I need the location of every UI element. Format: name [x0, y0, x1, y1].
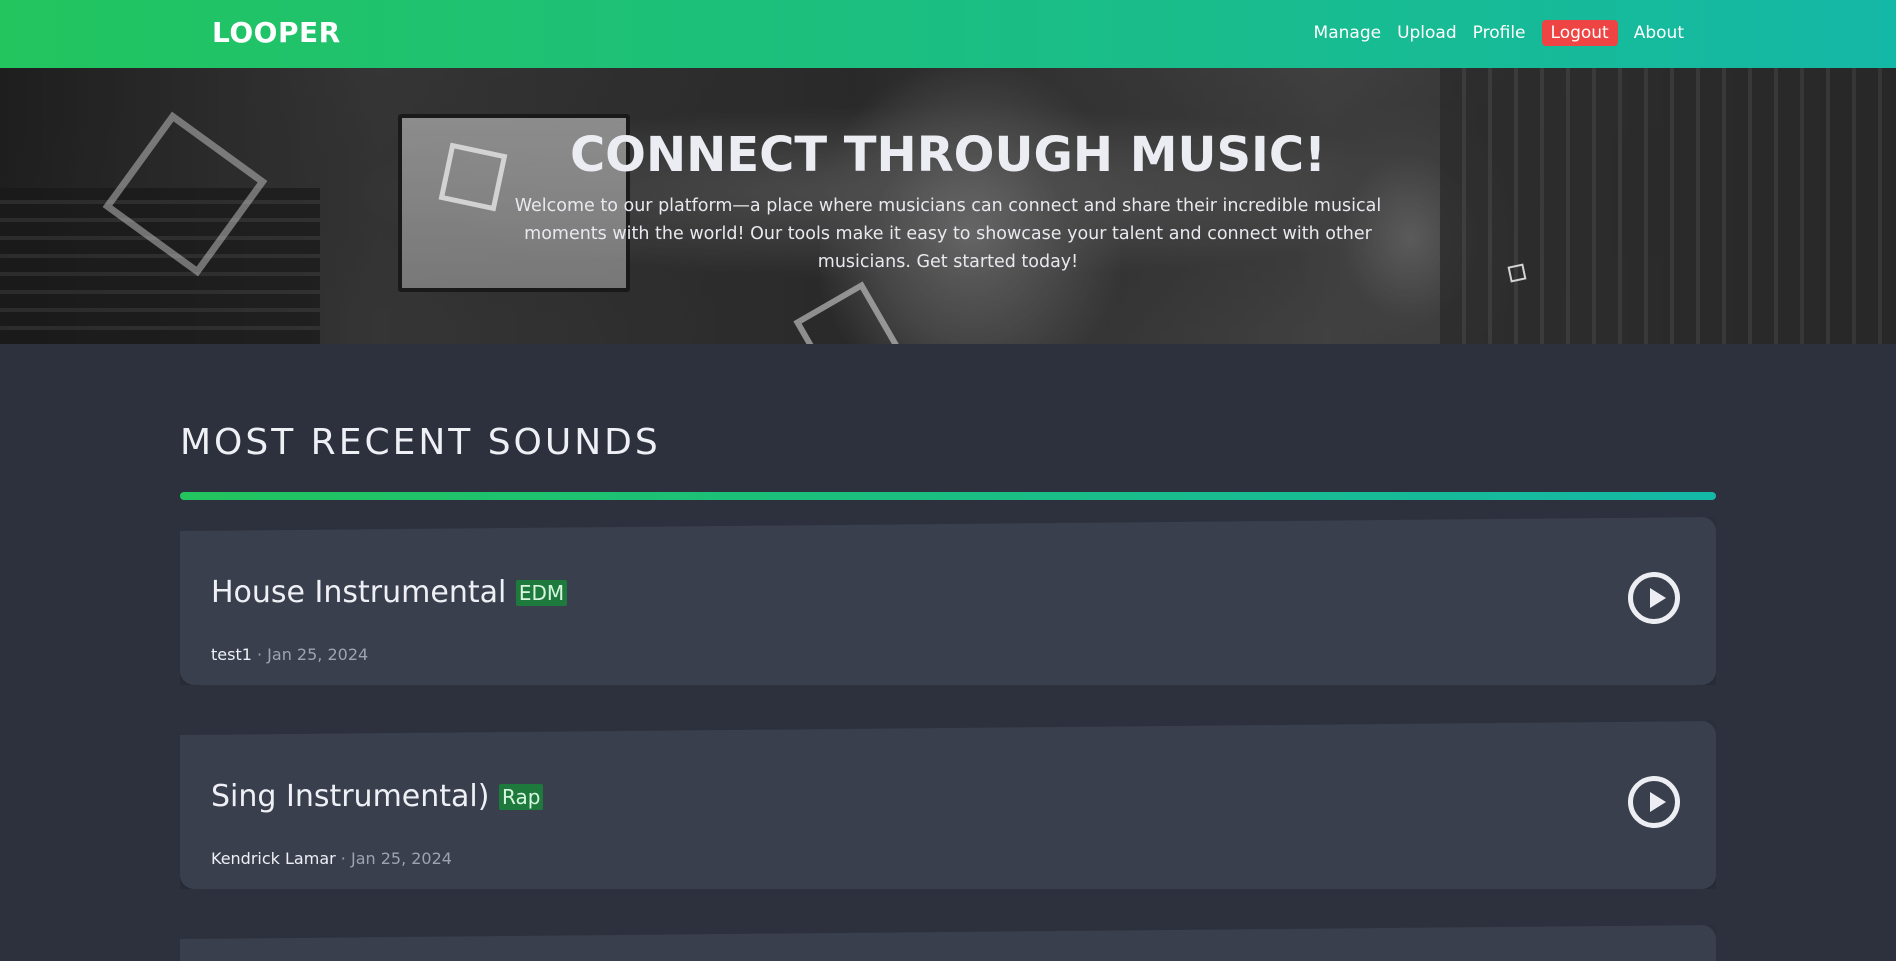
sound-author[interactable]: test1 — [211, 645, 252, 664]
nav-profile-link[interactable]: Profile — [1473, 20, 1526, 46]
sound-date: Jan 25, 2024 — [267, 645, 369, 664]
genre-badge: EDM — [515, 580, 568, 606]
brand-logo[interactable]: LOOPER — [212, 16, 341, 49]
play-circle-icon[interactable] — [1628, 572, 1680, 624]
sound-meta: Kendrick Lamar · Jan 25, 2024 — [211, 848, 452, 870]
sound-card[interactable]: House Instrumental EDM test1 · Jan 25, 2… — [180, 517, 1716, 685]
sound-date: Jan 25, 2024 — [350, 849, 452, 868]
hero-content: CONNECT THROUGH MUSIC! Welcome to our pl… — [0, 126, 1896, 276]
play-triangle — [1650, 588, 1666, 608]
nav-upload-link[interactable]: Upload — [1397, 20, 1457, 46]
nav-about-link[interactable]: About — [1634, 20, 1684, 46]
meta-separator: · — [340, 849, 351, 868]
logout-button[interactable]: Logout — [1541, 20, 1618, 46]
nav-manage-link[interactable]: Manage — [1314, 20, 1382, 46]
sound-card-partial[interactable] — [180, 925, 1716, 961]
hero-banner: CONNECT THROUGH MUSIC! Welcome to our pl… — [0, 68, 1896, 344]
section-title: MOST RECENT SOUNDS — [180, 422, 661, 463]
play-circle-icon[interactable] — [1628, 776, 1680, 828]
sound-card[interactable]: Sing Instrumental) Rap Kendrick Lamar · … — [180, 721, 1716, 889]
sound-meta: test1 · Jan 25, 2024 — [211, 644, 368, 666]
sound-title: Sing Instrumental) — [211, 779, 490, 814]
hero-title: CONNECT THROUGH MUSIC! — [569, 127, 1327, 183]
nav-links: Manage Upload Profile Logout About — [1314, 20, 1684, 46]
hero-description: Welcome to our platform—a place where mu… — [514, 196, 1382, 272]
navbar: LOOPER Manage Upload Profile Logout Abou… — [0, 0, 1896, 68]
genre-badge: Rap — [499, 784, 544, 810]
sound-title-row: Sing Instrumental) Rap — [211, 777, 544, 817]
sound-title: House Instrumental — [211, 575, 507, 610]
meta-separator: · — [257, 645, 268, 664]
sound-author[interactable]: Kendrick Lamar — [211, 849, 336, 868]
play-triangle — [1650, 792, 1666, 812]
section-divider — [180, 492, 1716, 500]
sound-title-row: House Instrumental EDM — [211, 573, 568, 613]
